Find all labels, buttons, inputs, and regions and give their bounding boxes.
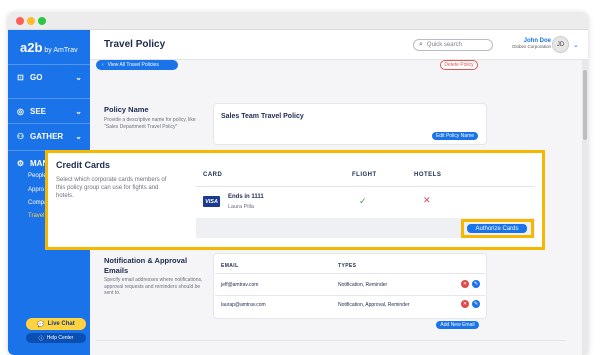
close-window-button[interactable] — [16, 17, 24, 25]
search-input[interactable]: ⌕ Quick search — [413, 39, 493, 51]
chat-icon: 💬 — [37, 321, 45, 328]
email-value: jeff@amtrav.com — [221, 282, 259, 288]
chevron-down-icon: ⌄ — [75, 73, 82, 82]
column-header-flight: FLIGHT — [352, 172, 377, 178]
column-header-hotels: HOTELS — [414, 172, 442, 178]
flight-allowed-check-icon[interactable]: ✓ — [359, 196, 367, 207]
sidebar-item-travel-policy[interactable]: Travel — [28, 213, 44, 219]
nav-label: SEE — [30, 107, 47, 116]
email-types: Notification, Reminder — [338, 282, 388, 288]
divider — [215, 273, 485, 274]
sidebar-item-approvals[interactable]: Appro — [28, 187, 44, 193]
scrollbar[interactable] — [582, 60, 588, 355]
search-placeholder: Quick search — [426, 42, 462, 48]
maximize-window-button[interactable] — [38, 17, 46, 25]
gear-icon: ⚙ — [16, 159, 25, 168]
column-header-types: TYPES — [338, 263, 357, 269]
email-types: Notification, Approval, Reminder — [338, 302, 410, 308]
card-ending: Ends in 1111 — [228, 194, 264, 200]
delete-email-icon[interactable]: ✕ — [461, 300, 469, 308]
edit-policy-name-button[interactable]: Edit Policy Name — [432, 132, 478, 140]
hotels-denied-x-icon[interactable]: ✕ — [423, 195, 431, 206]
minimize-window-button[interactable] — [27, 17, 35, 25]
map-icon: ⊡ — [17, 73, 24, 82]
title-bar — [8, 12, 588, 30]
edit-email-icon[interactable]: ✎ — [472, 280, 480, 288]
nav-item-gather[interactable]: ⚇ GATHER ⌄ — [8, 123, 90, 149]
nav-item-go[interactable]: ⊡ GO ⌄ — [8, 64, 90, 90]
edit-email-icon[interactable]: ✎ — [472, 300, 480, 308]
authorize-cards-button[interactable]: Authorize Cards — [467, 224, 527, 233]
policy-name-title: Policy Name — [104, 105, 149, 114]
live-chat-label: Live Chat — [47, 321, 75, 327]
policy-name-description: Provide a descriptive name for policy, l… — [104, 117, 196, 130]
add-new-email-button[interactable]: Add New Email — [436, 321, 479, 329]
chevron-left-icon: ‹ — [102, 62, 104, 68]
card-holder: Laura Pilla — [228, 204, 254, 210]
search-icon: ⌕ — [419, 41, 423, 48]
chevron-down-icon: ⌄ — [75, 132, 82, 141]
avatar[interactable]: JD — [552, 36, 569, 53]
delete-policy-button[interactable]: Delete Policy — [440, 60, 478, 70]
column-header-email: EMAIL — [221, 263, 239, 269]
page-title: Travel Policy — [104, 39, 166, 50]
view-all-policies-button[interactable]: ‹ View All Travel Policies — [96, 60, 178, 70]
user-company: Globex Corporation — [511, 44, 551, 49]
view-all-label: View All Travel Policies — [107, 62, 159, 68]
help-icon: ⓘ — [38, 335, 44, 342]
notification-emails-title: Notification & Approval Emails — [104, 256, 188, 275]
nav-label: GO — [30, 73, 43, 82]
eye-icon: ◎ — [17, 107, 24, 116]
credit-cards-description: Select which corporate cards members of … — [56, 177, 167, 199]
logo[interactable]: a2b by AmTrav — [20, 40, 78, 55]
help-center-label: Help Center — [46, 335, 74, 341]
email-value: laurap@amtrav.com — [221, 302, 266, 308]
policy-name-value: Sales Team Travel Policy — [221, 113, 304, 120]
nav-item-see[interactable]: ◎ SEE ⌄ — [8, 98, 90, 124]
nav-label: GATHER — [30, 132, 64, 141]
scrollbar-thumb[interactable] — [583, 70, 587, 140]
user-menu[interactable]: John Doe Globex Corporation — [499, 38, 551, 49]
chevron-down-icon: ⌄ — [75, 107, 82, 116]
column-header-card: CARD — [203, 172, 223, 178]
live-chat-button[interactable]: 💬 Live Chat — [26, 318, 86, 330]
visa-card-icon: VISA — [203, 196, 220, 207]
divider — [196, 186, 535, 187]
credit-cards-title: Credit Cards — [56, 160, 111, 170]
header: Travel Policy ⌕ Quick search John Doe Gl… — [90, 30, 588, 60]
divider — [96, 340, 566, 341]
sidebar-item-people[interactable]: People — [28, 173, 47, 179]
help-center-button[interactable]: ⓘ Help Center — [26, 333, 86, 343]
notification-emails-description: Specify email addresses where notificati… — [104, 277, 203, 296]
chevron-down-icon[interactable]: ⌄ — [573, 41, 579, 49]
divider — [215, 295, 485, 296]
people-icon: ⚇ — [16, 132, 25, 141]
delete-email-icon[interactable]: ✕ — [461, 280, 469, 288]
